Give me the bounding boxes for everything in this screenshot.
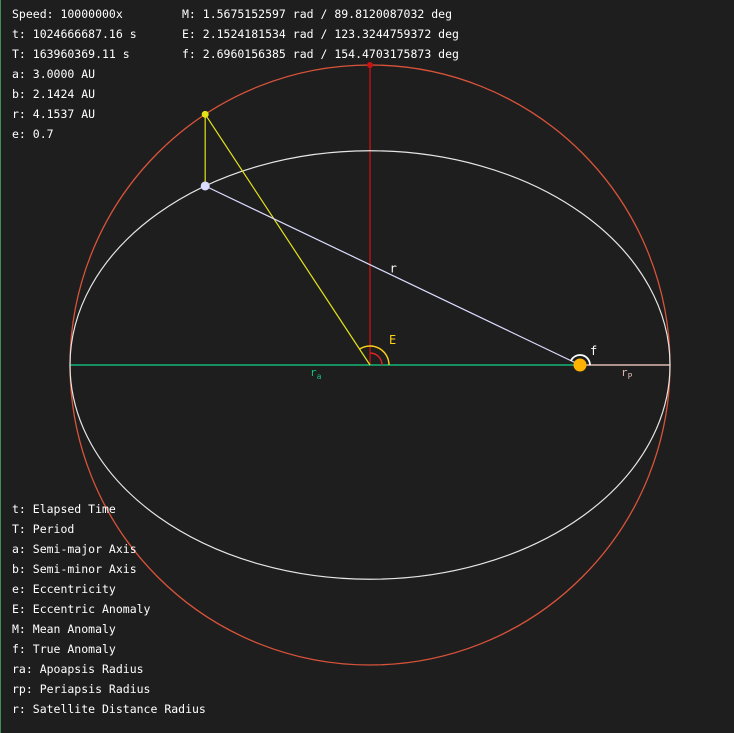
periapsis-radius-label: rP: [621, 366, 633, 381]
focus-star-marker: [573, 358, 587, 372]
radius-label: r: [390, 261, 397, 275]
legend-item: e: Eccentricity: [12, 582, 116, 596]
eccentric-anomaly-label: E: [389, 333, 396, 347]
legend-item: ra: Apoapsis Radius: [12, 662, 144, 676]
orbit-simulation-canvas: Speed: 10000000x t: 1024666687.16 s T: 1…: [0, 0, 734, 733]
apoapsis-radius-label: ra: [310, 366, 322, 381]
auxiliary-top-point: [367, 62, 373, 68]
mean-anomaly-arc: [369, 352, 383, 366]
true-anomaly-label: f: [590, 344, 597, 358]
auxiliary-circle-point: [201, 110, 209, 118]
legend-item: t: Elapsed Time: [12, 502, 116, 516]
legend-item: rp: Periapsis Radius: [12, 682, 151, 696]
legend-item: T: Period: [12, 522, 75, 536]
legend-item: M: Mean Anomaly: [12, 622, 116, 636]
legend-item: f: True Anomaly: [12, 642, 116, 656]
legend-item: E: Eccentric Anomaly: [12, 602, 151, 616]
satellite-marker: [200, 181, 210, 191]
legend-item: a: Semi-major Axis: [12, 542, 137, 556]
legend-item: b: Semi-minor Axis: [12, 562, 137, 576]
legend-item: r: Satellite Distance Radius: [12, 702, 206, 716]
